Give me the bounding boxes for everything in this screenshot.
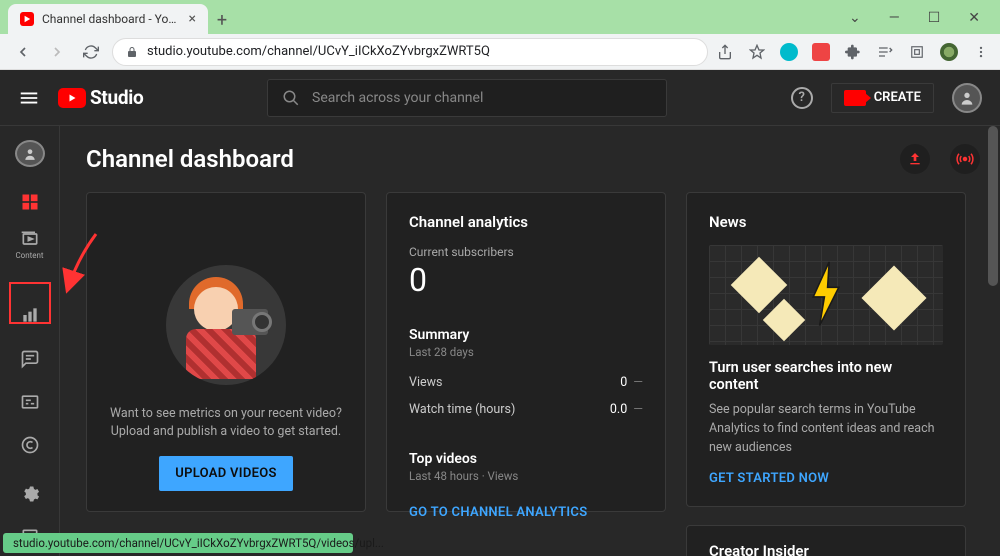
window-controls: ⌄ — ☐ ✕ bbox=[849, 10, 1000, 34]
sidebar-item-settings[interactable] bbox=[9, 476, 51, 513]
close-icon[interactable]: ✕ bbox=[968, 10, 980, 26]
search-placeholder: Search across your channel bbox=[312, 90, 483, 106]
tab-title: Channel dashboard - YouTube St bbox=[42, 12, 181, 26]
maximize-icon[interactable]: ☐ bbox=[928, 10, 941, 26]
vertical-scrollbar[interactable] bbox=[988, 126, 998, 556]
sidebar-item-analytics[interactable] bbox=[9, 297, 51, 334]
news-body: See popular search terms in YouTube Anal… bbox=[709, 401, 943, 457]
browser-tab[interactable]: Channel dashboard - YouTube St × bbox=[8, 4, 208, 34]
cameraman-illustration bbox=[166, 265, 286, 385]
back-button[interactable] bbox=[10, 39, 36, 65]
upload-prompt-card: Want to see metrics on your recent video… bbox=[86, 192, 366, 512]
star-icon[interactable] bbox=[748, 43, 766, 61]
upload-icon-button[interactable] bbox=[900, 144, 930, 174]
content-icon bbox=[20, 229, 40, 249]
summary-subtitle: Last 28 days bbox=[409, 345, 643, 359]
camera-icon bbox=[844, 90, 866, 106]
sidebar-item-copyright[interactable] bbox=[9, 426, 51, 463]
channel-avatar[interactable] bbox=[15, 140, 45, 167]
lightning-illustration bbox=[709, 245, 943, 345]
news-title: News bbox=[709, 213, 943, 231]
browser-titlebar: Channel dashboard - YouTube St × + ⌄ — ☐… bbox=[0, 0, 1000, 34]
youtube-studio-app: Studio Search across your channel ? CREA… bbox=[0, 70, 1000, 556]
summary-title: Summary bbox=[409, 327, 643, 343]
extension-box-icon[interactable] bbox=[908, 43, 926, 61]
views-metric: Views 0— bbox=[409, 375, 643, 390]
youtube-logo-icon bbox=[58, 88, 86, 108]
chevron-down-icon[interactable]: ⌄ bbox=[849, 10, 861, 26]
page-title: Channel dashboard bbox=[86, 145, 294, 173]
create-button[interactable]: CREATE bbox=[831, 83, 934, 113]
get-started-link[interactable]: GET STARTED NOW bbox=[709, 471, 943, 486]
lock-icon bbox=[125, 45, 139, 59]
analytics-icon bbox=[20, 305, 40, 325]
search-icon bbox=[282, 89, 300, 107]
dashboard-icon bbox=[20, 192, 40, 212]
analytics-title: Channel analytics bbox=[409, 213, 643, 231]
comments-icon bbox=[20, 349, 40, 369]
hamburger-menu-icon[interactable] bbox=[18, 87, 40, 109]
status-url: studio.youtube.com/channel/UCvY_iICkXoZY… bbox=[13, 536, 384, 550]
news-card: News Turn user searches into new content… bbox=[686, 192, 966, 507]
logo-text: Studio bbox=[90, 86, 143, 109]
creator-insider-card: Creator Insider bbox=[686, 525, 966, 556]
kebab-menu-icon[interactable] bbox=[972, 43, 990, 61]
youtube-favicon bbox=[20, 12, 34, 26]
upload-prompt-text: Want to see metrics on your recent video… bbox=[110, 405, 342, 443]
new-tab-button[interactable]: + bbox=[208, 6, 236, 34]
watch-time-metric: Watch time (hours) 0.0— bbox=[409, 402, 643, 417]
extensions-icon[interactable] bbox=[844, 43, 862, 61]
minimize-icon[interactable]: — bbox=[889, 10, 900, 26]
create-label: CREATE bbox=[874, 90, 921, 105]
sidebar-item-subtitles[interactable] bbox=[9, 383, 51, 420]
reload-button[interactable] bbox=[78, 39, 104, 65]
app-header: Studio Search across your channel ? CREA… bbox=[0, 70, 1000, 126]
browser-toolbar: studio.youtube.com/channel/UCvY_iICkXoZY… bbox=[0, 34, 1000, 70]
top-videos-title: Top videos bbox=[409, 451, 643, 467]
reading-list-icon[interactable] bbox=[876, 43, 894, 61]
insider-title: Creator Insider bbox=[709, 542, 943, 556]
gear-icon bbox=[20, 484, 40, 504]
subtitles-icon bbox=[20, 392, 40, 412]
upload-videos-button[interactable]: UPLOAD VIDEOS bbox=[159, 456, 292, 491]
copyright-icon bbox=[20, 435, 40, 455]
subscribers-label: Current subscribers bbox=[409, 245, 643, 259]
forward-button[interactable] bbox=[44, 39, 70, 65]
top-videos-subtitle: Last 48 hours · Views bbox=[409, 469, 643, 483]
profile-avatar-icon[interactable] bbox=[940, 43, 958, 61]
sidebar-content-label: Content bbox=[15, 251, 43, 260]
tab-close-icon[interactable]: × bbox=[189, 11, 196, 27]
channel-analytics-card: Channel analytics Current subscribers 0 … bbox=[386, 192, 666, 512]
extension-red-icon[interactable] bbox=[812, 43, 830, 61]
extension-grammarly-icon[interactable] bbox=[780, 43, 798, 61]
status-bar: studio.youtube.com/channel/UCvY_iICkXoZY… bbox=[3, 533, 353, 553]
go-live-icon-button[interactable] bbox=[950, 144, 980, 174]
help-icon[interactable]: ? bbox=[791, 87, 813, 109]
url-text: studio.youtube.com/channel/UCvY_iICkXoZY… bbox=[147, 44, 490, 59]
sidebar-item-dashboard[interactable] bbox=[9, 183, 51, 220]
share-icon[interactable] bbox=[716, 43, 734, 61]
account-avatar[interactable] bbox=[952, 83, 982, 113]
news-headline: Turn user searches into new content bbox=[709, 359, 943, 393]
studio-logo[interactable]: Studio bbox=[58, 86, 143, 109]
subscribers-count: 0 bbox=[409, 261, 643, 299]
address-bar[interactable]: studio.youtube.com/channel/UCvY_iICkXoZY… bbox=[112, 38, 708, 66]
search-input[interactable]: Search across your channel bbox=[267, 79, 667, 117]
sidebar-item-content[interactable]: Content bbox=[9, 226, 51, 263]
sidebar: Content bbox=[0, 126, 60, 556]
go-to-analytics-link[interactable]: GO TO CHANNEL ANALYTICS bbox=[409, 505, 643, 520]
sidebar-item-comments[interactable] bbox=[9, 340, 51, 377]
main-content: Channel dashboard Want to see metrics on… bbox=[60, 126, 1000, 556]
